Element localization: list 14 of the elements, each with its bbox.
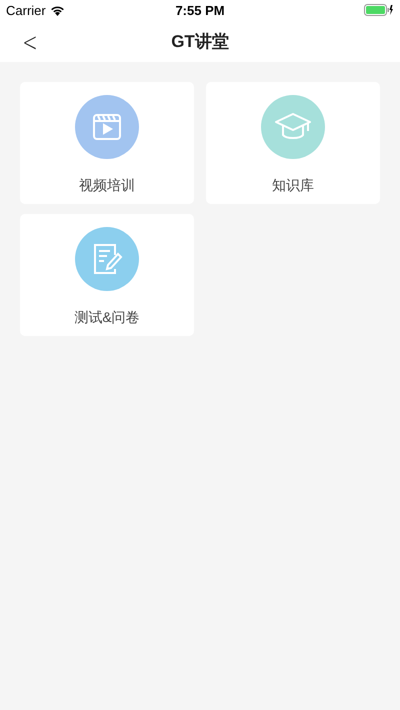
back-button[interactable]: <: [22, 28, 38, 54]
battery-icon: [364, 4, 394, 16]
page-title: GT讲堂: [171, 30, 229, 52]
tile-card[interactable]: 测试&问卷: [20, 214, 194, 336]
tile-label: 测试&问卷: [74, 309, 140, 327]
tile-card[interactable]: 知识库: [206, 82, 380, 204]
status-time: 7:55 PM: [175, 2, 225, 18]
tile-label: 视频培训: [79, 177, 135, 195]
wifi-icon: [50, 4, 65, 16]
carrier-label: Carrier: [6, 2, 46, 18]
note-pencil-icon: [91, 242, 123, 276]
tile-label: 知识库: [272, 177, 314, 195]
tile-card[interactable]: 视频培训: [20, 82, 194, 204]
video-icon: [91, 111, 123, 143]
